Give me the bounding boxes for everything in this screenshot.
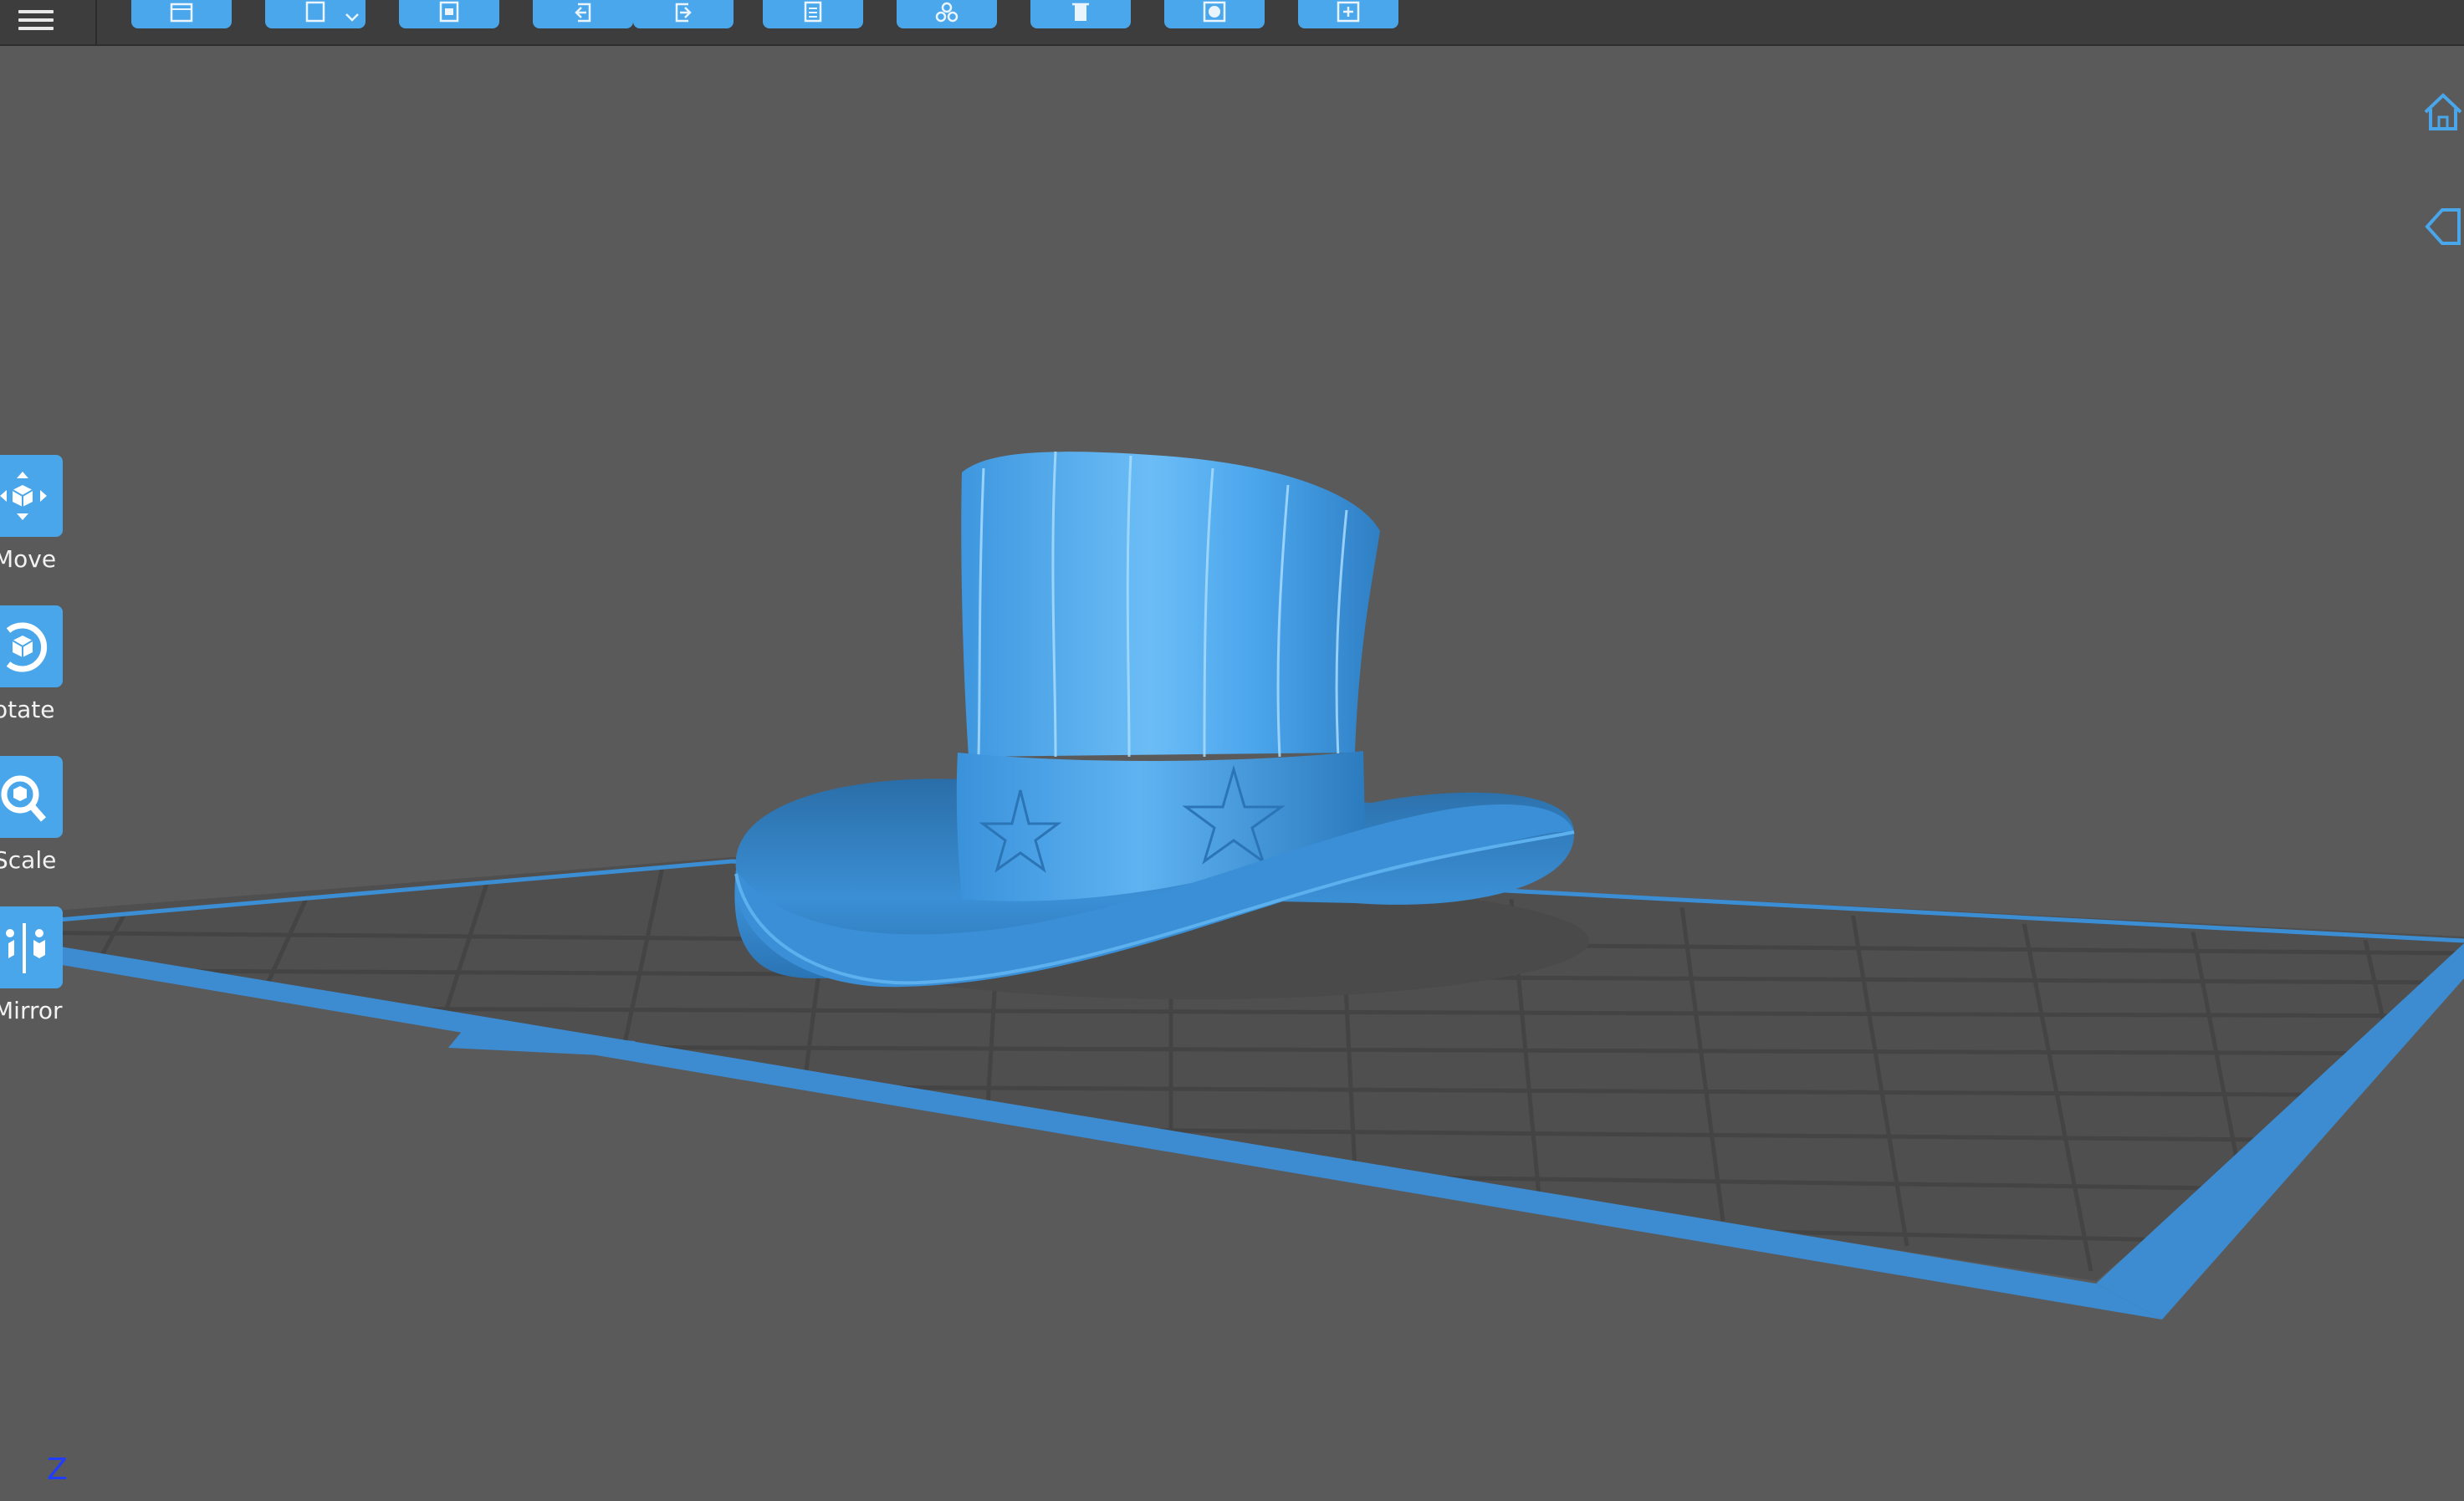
add-button[interactable] <box>1298 0 1398 28</box>
save-icon <box>305 1 325 23</box>
slicer-app: Move otate Scale Mirror Z <box>0 0 2464 1501</box>
mirror-icon <box>6 923 45 973</box>
home-icon[interactable] <box>2422 92 2464 134</box>
mirror-label: Mirror <box>0 997 63 1024</box>
list-button[interactable] <box>763 0 863 28</box>
undo-icon <box>575 3 591 23</box>
arrange-icon <box>935 2 959 23</box>
open-file-icon <box>170 3 193 23</box>
top-toolbar <box>0 0 2464 46</box>
import-button[interactable] <box>399 0 499 28</box>
z-axis-label: Z <box>47 1452 68 1487</box>
scene-canvas[interactable] <box>0 46 2464 1501</box>
move-icon <box>0 472 47 520</box>
toolbar-divider <box>95 0 97 44</box>
3d-viewport[interactable]: Move otate Scale Mirror Z <box>0 46 2464 1501</box>
arrange-button[interactable] <box>897 0 997 28</box>
add-icon <box>1337 1 1360 23</box>
move-label: Move <box>0 545 57 573</box>
rotate-button[interactable] <box>0 605 63 687</box>
scale-button[interactable] <box>0 756 63 838</box>
redo-button[interactable] <box>633 0 734 28</box>
redo-icon <box>675 3 692 23</box>
delete-icon <box>1072 3 1089 21</box>
delete-button[interactable] <box>1030 0 1131 28</box>
scale-label: Scale <box>0 846 57 874</box>
import-icon <box>439 1 459 23</box>
scale-icon <box>1 775 47 822</box>
save-button[interactable] <box>265 0 366 28</box>
rotate-icon <box>6 622 48 672</box>
undo-button[interactable] <box>533 0 633 28</box>
view-icon <box>1203 1 1226 23</box>
hamburger-menu-icon[interactable] <box>18 5 54 35</box>
list-icon <box>804 1 822 23</box>
open-file-button[interactable] <box>131 0 232 28</box>
hat-crown <box>961 452 1380 757</box>
rotate-label: otate <box>0 696 55 723</box>
chevron-down-icon <box>345 13 359 22</box>
mirror-button[interactable] <box>0 906 63 988</box>
left-view-icon[interactable] <box>2422 205 2464 248</box>
move-button[interactable] <box>0 455 63 537</box>
view-button[interactable] <box>1164 0 1265 28</box>
